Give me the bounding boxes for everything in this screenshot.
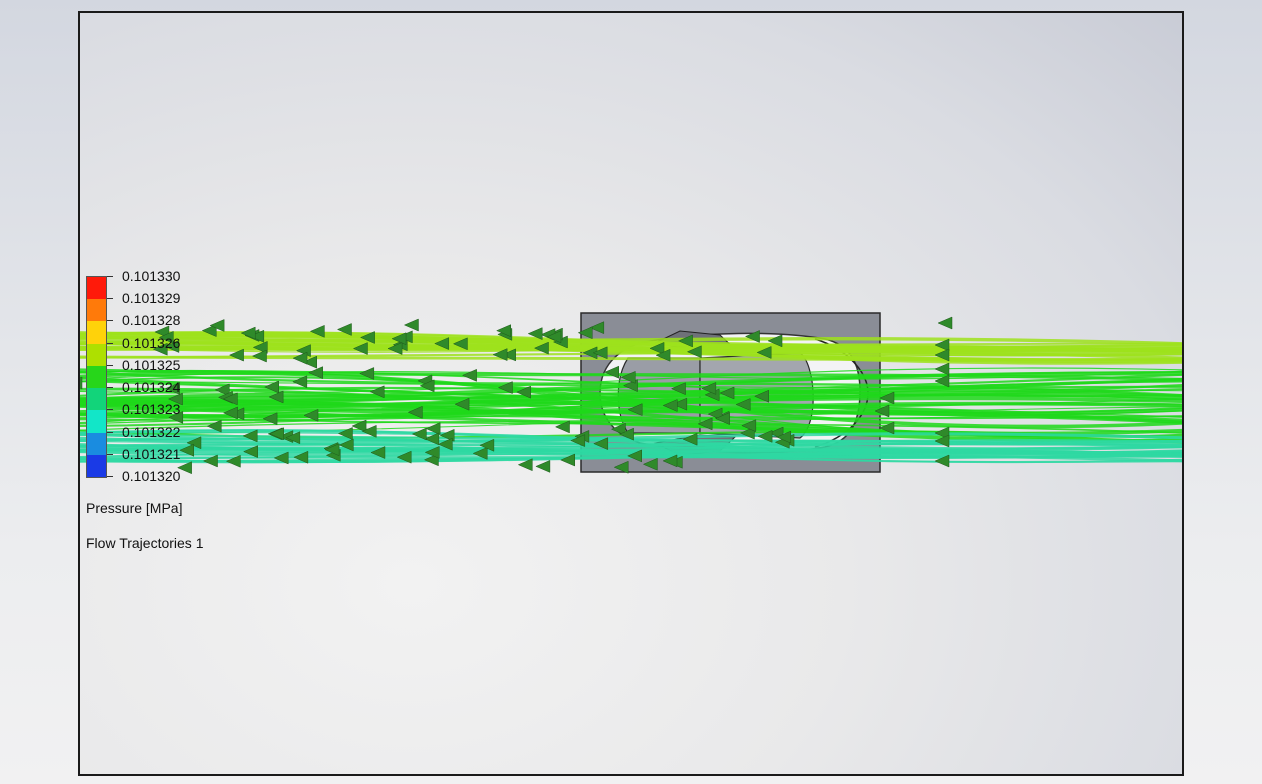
plot-name[interactable]: Flow Trajectories 1 (86, 535, 203, 551)
legend-label: 0.101320 (122, 468, 181, 484)
legend-tick (107, 364, 113, 366)
pressure-legend[interactable]: 0.101330 0.101329 0.101328 0.101326 0.101325… (86, 269, 246, 576)
legend-tick (107, 409, 113, 411)
legend-label: 0.101323 (122, 401, 181, 418)
legend-label: 0.101324 (122, 379, 181, 396)
legend-swatch (87, 299, 106, 322)
legend-tick (107, 431, 113, 433)
legend-title: Pressure [MPa] (86, 500, 183, 516)
flow-arrow (937, 316, 953, 330)
viewport-background: 0.101330 0.101329 0.101328 0.101326 0.101325… (0, 0, 1262, 784)
legend-swatch (87, 388, 106, 411)
legend-color-bar[interactable] (86, 276, 107, 478)
legend-swatch (87, 432, 106, 455)
legend-label: 0.101326 (122, 334, 181, 351)
legend-tick (107, 476, 113, 477)
legend-swatch (87, 343, 106, 366)
legend-swatch (87, 321, 106, 344)
legend-label: 0.101322 (122, 423, 181, 440)
legend-tick (107, 453, 113, 455)
legend-swatch (87, 365, 106, 389)
legend-label: 0.101328 (122, 312, 181, 329)
legend-swatch (87, 454, 106, 477)
flow-arrow (934, 362, 950, 376)
legend-tick (107, 342, 113, 344)
legend-label: 0.101330 (122, 268, 181, 284)
legend-label: 0.101329 (122, 290, 181, 307)
legend-tick (107, 320, 113, 322)
legend-label: 0.101321 (122, 445, 181, 462)
legend-tick (107, 276, 113, 277)
legend-tick (107, 387, 113, 389)
legend-label: 0.101325 (122, 356, 181, 373)
flow-arrow (403, 318, 419, 332)
flow-arrow (292, 351, 308, 365)
flow-arrow (535, 460, 551, 473)
legend-swatch (87, 410, 106, 433)
flow-arrow (80, 376, 83, 390)
legend-swatch (87, 277, 106, 300)
flow-arrow (461, 368, 477, 382)
legend-tick (107, 298, 113, 300)
